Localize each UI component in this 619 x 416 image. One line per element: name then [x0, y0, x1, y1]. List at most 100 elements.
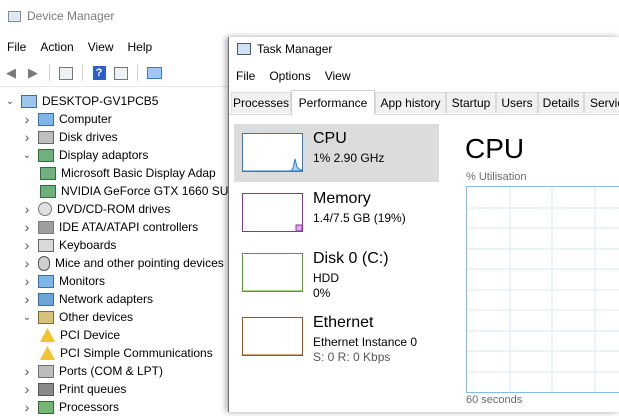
tree-category-item[interactable]: › Monitors — [22, 272, 105, 290]
tab-services[interactable]: Servic — [584, 92, 619, 113]
tree-category-item[interactable]: ⌄ Other devices — [22, 308, 133, 326]
usage-sparkline-fill — [243, 158, 302, 171]
tree-item-label: Display adaptors — [59, 148, 149, 162]
tree-category-item[interactable]: › Mice and other pointing devices — [22, 254, 224, 272]
warning-icon — [40, 328, 55, 342]
tm-menu-file[interactable]: File — [229, 67, 262, 85]
tree-device-item[interactable]: PCI Simple Communications — [40, 344, 213, 362]
tree-item-label: NVIDIA GeForce GTX 1660 SU — [61, 184, 229, 198]
chevron-right-icon[interactable]: › — [22, 111, 32, 127]
tree-category-item[interactable]: › Processors — [22, 398, 119, 416]
resource-sparkline — [242, 253, 303, 292]
dm-menu-view[interactable]: View — [81, 38, 121, 58]
tab-processes[interactable]: Processes — [231, 92, 291, 113]
details-pane-icon[interactable] — [112, 65, 130, 81]
chevron-right-icon[interactable]: › — [22, 201, 32, 217]
resource-sparkline — [242, 193, 303, 232]
tree-category-item[interactable]: › Network adapters — [22, 290, 153, 308]
resource-sparkline — [242, 317, 303, 356]
chevron-right-icon[interactable]: › — [22, 381, 32, 397]
tree-root-label: DESKTOP-GV1PCB5 — [42, 94, 159, 108]
tree-item-label: Network adapters — [59, 292, 154, 306]
device-manager-titlebar: Device Manager — [8, 6, 114, 26]
chevron-right-icon[interactable]: › — [22, 399, 32, 415]
tab-startup[interactable]: Startup — [446, 92, 496, 113]
resource-name: Ethernet — [313, 314, 374, 331]
tree-category-item[interactable]: › Ports (COM & LPT) — [22, 362, 163, 380]
chevron-right-icon[interactable]: › — [22, 237, 32, 253]
tree-category-item[interactable]: › IDE ATA/ATAPI controllers — [22, 218, 199, 236]
device-manager-menubar: File Action View Help — [0, 38, 159, 58]
toolbar-divider — [49, 65, 50, 81]
tree-item-label: DVD/CD-ROM drives — [57, 202, 171, 216]
scan-hardware-icon[interactable] — [145, 65, 163, 81]
tree-device-item[interactable]: NVIDIA GeForce GTX 1660 SU — [40, 182, 228, 200]
back-arrow-icon[interactable]: ◀ — [2, 65, 20, 81]
tree-item-label: Keyboards — [59, 238, 117, 252]
chevron-right-icon[interactable]: › — [22, 291, 32, 307]
tree-category-item[interactable]: › Keyboards — [22, 236, 117, 254]
keyboard-icon — [38, 238, 54, 252]
dm-menu-help[interactable]: Help — [121, 38, 160, 58]
chevron-down-icon[interactable]: ⌄ — [5, 96, 15, 107]
tree-item-label: Microsoft Basic Display Adap — [61, 166, 216, 180]
chevron-down-icon[interactable]: ⌄ — [22, 150, 32, 161]
cpu-utilisation-graph — [466, 186, 619, 393]
resource-card[interactable]: Ethernet Ethernet Instance 0 S: 0 R: 0 Kbp… — [234, 308, 439, 366]
tree-category-item[interactable]: ⌄ Display adaptors — [22, 146, 149, 164]
forward-arrow-icon[interactable]: ▶ — [24, 65, 42, 81]
tab-app-history[interactable]: App history — [375, 92, 446, 113]
resource-card[interactable]: Memory 1.4/7.5 GB (19%) — [234, 184, 439, 242]
tab-users[interactable]: Users — [496, 92, 538, 113]
resource-card[interactable]: Disk 0 (C:) HDD 0% — [234, 244, 439, 302]
warning-icon — [40, 346, 55, 360]
help-icon[interactable]: ? — [90, 65, 108, 81]
network-adapter-icon — [38, 292, 54, 306]
tree-item-label: IDE ATA/ATAPI controllers — [59, 220, 199, 234]
chevron-right-icon[interactable]: › — [22, 129, 32, 145]
task-manager-app-icon — [237, 43, 251, 55]
tab-performance[interactable]: Performance — [291, 90, 375, 115]
printer-icon — [38, 382, 54, 396]
toolbar-divider — [82, 65, 83, 81]
tree-item-label: Disk drives — [59, 130, 118, 144]
properties-icon[interactable] — [57, 65, 75, 81]
device-manager-app-icon — [8, 10, 21, 22]
mouse-icon — [38, 255, 50, 271]
resource-name: Disk 0 (C:) — [313, 250, 389, 267]
tab-details[interactable]: Details — [538, 92, 584, 113]
chevron-down-icon[interactable]: ⌄ — [22, 312, 32, 323]
task-manager-titlebar: Task Manager — [237, 42, 332, 56]
task-manager-window: Task Manager File Options View Processes… — [228, 37, 619, 412]
tree-root[interactable]: ⌄ DESKTOP-GV1PCB5 — [5, 92, 159, 110]
tm-menu-options[interactable]: Options — [262, 67, 317, 85]
tree-device-item[interactable]: PCI Device — [40, 326, 120, 344]
chevron-right-icon[interactable]: › — [22, 255, 32, 271]
computer-icon — [38, 112, 54, 126]
tree-item-label: Ports (COM & LPT) — [59, 364, 164, 378]
chevron-right-icon[interactable]: › — [22, 363, 32, 379]
tree-category-item[interactable]: › Print queues — [22, 380, 127, 398]
tree-category-item[interactable]: › Disk drives — [22, 128, 118, 146]
ide-controller-icon — [38, 220, 54, 234]
dm-menu-action[interactable]: Action — [33, 38, 80, 58]
resource-stat-line1: 1% 2.90 GHz — [313, 151, 385, 165]
other-devices-icon — [38, 310, 54, 324]
task-manager-menubar: File Options View — [229, 67, 358, 85]
tree-item-label: Monitors — [59, 274, 106, 288]
dm-menu-file[interactable]: File — [0, 38, 33, 58]
tm-menu-view[interactable]: View — [318, 67, 358, 85]
disk-drive-icon — [38, 130, 54, 144]
tree-device-item[interactable]: Microsoft Basic Display Adap — [40, 164, 216, 182]
toolbar-divider — [137, 65, 138, 81]
display-adapter-icon — [40, 184, 56, 198]
chevron-right-icon[interactable]: › — [22, 219, 32, 235]
resource-stat-line2: 0% — [313, 286, 331, 300]
resource-list: CPU 1% 2.90 GHz Memory 1.4/7.5 GB (19%) Disk… — [229, 115, 439, 412]
resource-card[interactable]: CPU 1% 2.90 GHz — [234, 124, 439, 182]
tree-item-label: Other devices — [59, 310, 134, 324]
tree-category-item[interactable]: › DVD/CD-ROM drives — [22, 200, 171, 218]
port-icon — [38, 364, 54, 378]
tree-category-item[interactable]: › Computer — [22, 110, 112, 128]
chevron-right-icon[interactable]: › — [22, 273, 32, 289]
